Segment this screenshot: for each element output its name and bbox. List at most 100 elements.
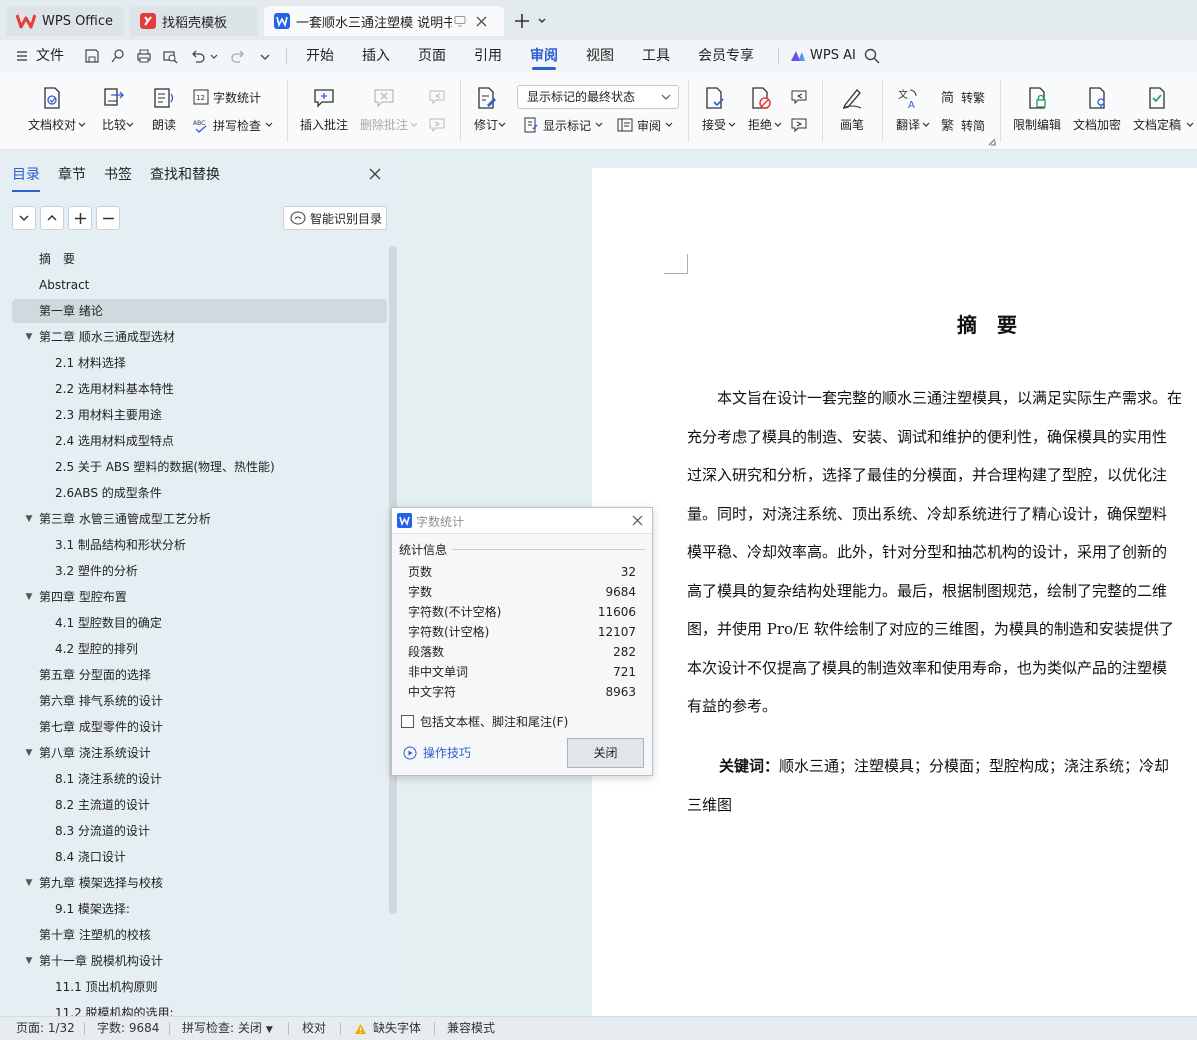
delete-comment-button[interactable]: 删除批注 (360, 84, 408, 133)
promote-heading-button[interactable] (68, 206, 92, 230)
read-aloud-button[interactable]: 朗读 (150, 84, 178, 133)
chevron-down-icon[interactable] (728, 122, 736, 128)
track-changes-button[interactable]: 修订 (472, 84, 500, 133)
chevron-down-icon[interactable] (410, 122, 418, 128)
tab-toc[interactable]: 目录 (12, 164, 40, 192)
smart-toc-button[interactable]: 智能识别目录 (283, 206, 387, 230)
pen-button[interactable]: 画笔 (838, 84, 866, 133)
review-pane-button[interactable]: 审阅 (616, 116, 673, 134)
toc-expand-arrow-icon[interactable]: ▼ (24, 741, 34, 765)
chevron-down-icon[interactable] (498, 122, 506, 128)
chevron-down-icon[interactable] (774, 122, 782, 128)
collapse-down-button[interactable] (12, 206, 36, 230)
word-count-indicator[interactable]: 字数: 9684 (97, 1017, 159, 1040)
wps-ai-icon[interactable] (790, 49, 806, 63)
toc-expand-arrow-icon[interactable]: ▼ (24, 507, 34, 531)
tab-find-replace[interactable]: 查找和替换 (150, 164, 220, 184)
tab-list-chevron-icon[interactable] (537, 16, 547, 26)
close-dialog-button[interactable]: 关闭 (567, 738, 644, 768)
print-icon[interactable] (136, 48, 152, 64)
close-panel-icon[interactable] (369, 168, 381, 180)
toc-item[interactable]: 摘 要 (12, 247, 387, 271)
toc-item[interactable]: 2.6ABS 的成型条件 (12, 481, 387, 505)
collapse-up-button[interactable] (40, 206, 64, 230)
next-comment-icon[interactable] (428, 116, 446, 134)
to-traditional-button[interactable]: 简 转繁 (940, 88, 985, 106)
reject-button[interactable]: 拒绝 (746, 84, 774, 133)
toc-expand-arrow-icon[interactable]: ▼ (24, 585, 34, 609)
toc-item[interactable]: ▼ 第八章 浇注系统设计 (12, 741, 387, 765)
proof-indicator[interactable]: 校对 (302, 1017, 326, 1040)
toc-item[interactable]: ▼ 第九章 模架选择与校核 (12, 871, 387, 895)
page-indicator[interactable]: 页面: 1/32 (16, 1017, 75, 1040)
toc-item[interactable]: 第一章 绪论 (12, 299, 387, 323)
demote-heading-button[interactable] (96, 206, 120, 230)
chevron-down-icon[interactable] (1186, 122, 1194, 128)
hamburger-menu-icon[interactable] (16, 50, 28, 62)
menu-item-page[interactable]: 页面 (418, 40, 446, 72)
toc-item[interactable]: 4.1 型腔数目的确定 (12, 611, 387, 635)
finalize-document-button[interactable]: 文档定稿 (1133, 84, 1181, 133)
toc-item[interactable]: 2.3 用材料主要用途 (12, 403, 387, 427)
toc-item[interactable]: 3.2 塑件的分析 (12, 559, 387, 583)
to-simplified-button[interactable]: 繁 转简 (940, 116, 985, 134)
toc-item[interactable]: ▼ 第三章 水管三通管成型工艺分析 (12, 507, 387, 531)
new-tab-plus-icon[interactable] (514, 13, 530, 29)
menu-item-insert[interactable]: 插入 (362, 40, 390, 72)
compat-mode-indicator[interactable]: 兼容模式 (447, 1017, 495, 1040)
compare-button[interactable]: 比较 (100, 84, 128, 133)
close-tab-icon[interactable] (476, 16, 487, 27)
toc-item[interactable]: ▼ 第十一章 脱模机构设计 (12, 949, 387, 973)
dialog-close-icon[interactable] (632, 515, 643, 526)
toc-item[interactable]: 2.5 关于 ABS 塑料的数据(物理、热性能) (12, 455, 387, 479)
toc-expand-arrow-icon[interactable]: ▼ (24, 949, 34, 973)
previous-comment-icon[interactable] (428, 88, 446, 106)
markup-mode-select[interactable]: 显示标记的最终状态 (517, 85, 679, 109)
chevron-down-icon[interactable] (78, 122, 86, 128)
toc-item[interactable]: 第七章 成型零件的设计 (12, 715, 387, 739)
restrict-editing-button[interactable]: 限制编辑 (1013, 84, 1061, 133)
toc-item[interactable]: 第六章 排气系统的设计 (12, 689, 387, 713)
toc-expand-arrow-icon[interactable]: ▼ (24, 325, 34, 349)
next-change-icon[interactable] (790, 116, 808, 134)
toc-item[interactable]: 第五章 分型面的选择 (12, 663, 387, 687)
print-preview-icon[interactable] (162, 48, 178, 64)
accept-button[interactable]: 接受 (700, 84, 728, 133)
menu-item-review[interactable]: 审阅 (530, 40, 558, 72)
toc-item[interactable]: 2.2 选用材料基本特性 (12, 377, 387, 401)
menu-item-tools[interactable]: 工具 (642, 40, 670, 72)
toc-item[interactable]: 8.1 浇注系统的设计 (12, 767, 387, 791)
word-count-button[interactable]: 12 字数统计 (192, 88, 261, 106)
tips-link[interactable]: 操作技巧 (403, 744, 471, 761)
proofread-button[interactable]: 文档校对 (28, 84, 76, 133)
file-menu[interactable]: 文件 (36, 40, 64, 72)
previous-change-icon[interactable] (790, 88, 808, 106)
chevron-down-icon[interactable] (922, 122, 930, 128)
toc-item[interactable]: 8.4 浇口设计 (12, 845, 387, 869)
menu-item-view[interactable]: 视图 (586, 40, 614, 72)
toc-item[interactable]: 9.1 模架选择: (12, 897, 387, 921)
tab-template[interactable]: 找稻壳模板 (130, 6, 258, 36)
group-expand-icon[interactable] (988, 138, 996, 146)
translate-button[interactable]: 文A 翻译 (894, 84, 922, 133)
toc-item[interactable]: 8.2 主流道的设计 (12, 793, 387, 817)
menu-item-references[interactable]: 引用 (474, 40, 502, 72)
spell-check-indicator[interactable]: 拼写检查: 关闭 ▼ (182, 1017, 273, 1040)
tab-document[interactable]: 一套顺水三通注塑模 说明书（ (264, 6, 504, 36)
toc-item[interactable]: 2.1 材料选择 (12, 351, 387, 375)
spell-check-button[interactable]: ABC 拼写检查 (192, 116, 273, 134)
tab-bookmarks[interactable]: 书签 (104, 164, 132, 184)
toc-item[interactable]: 2.4 选用材料成型特点 (12, 429, 387, 453)
menu-item-member[interactable]: 会员专享 (698, 40, 754, 72)
chevron-down-icon[interactable] (126, 122, 134, 128)
toc-item[interactable]: 3.1 制品结构和形状分析 (12, 533, 387, 557)
toc-item[interactable]: 11.1 顶出机构原则 (12, 975, 387, 999)
show-markup-button[interactable]: 显示标记 (522, 116, 603, 134)
insert-comment-button[interactable]: 插入批注 (300, 84, 348, 133)
include-textbox-option[interactable]: 包括文本框、脚注和尾注(F) (401, 713, 568, 730)
include-textbox-checkbox[interactable] (401, 715, 414, 728)
quick-access-more-icon[interactable] (260, 53, 270, 61)
missing-font-indicator[interactable]: 缺失字体 (354, 1017, 421, 1040)
toc-item[interactable]: Abstract (12, 273, 387, 297)
toc-item[interactable]: 第十章 注塑机的校核 (12, 923, 387, 947)
